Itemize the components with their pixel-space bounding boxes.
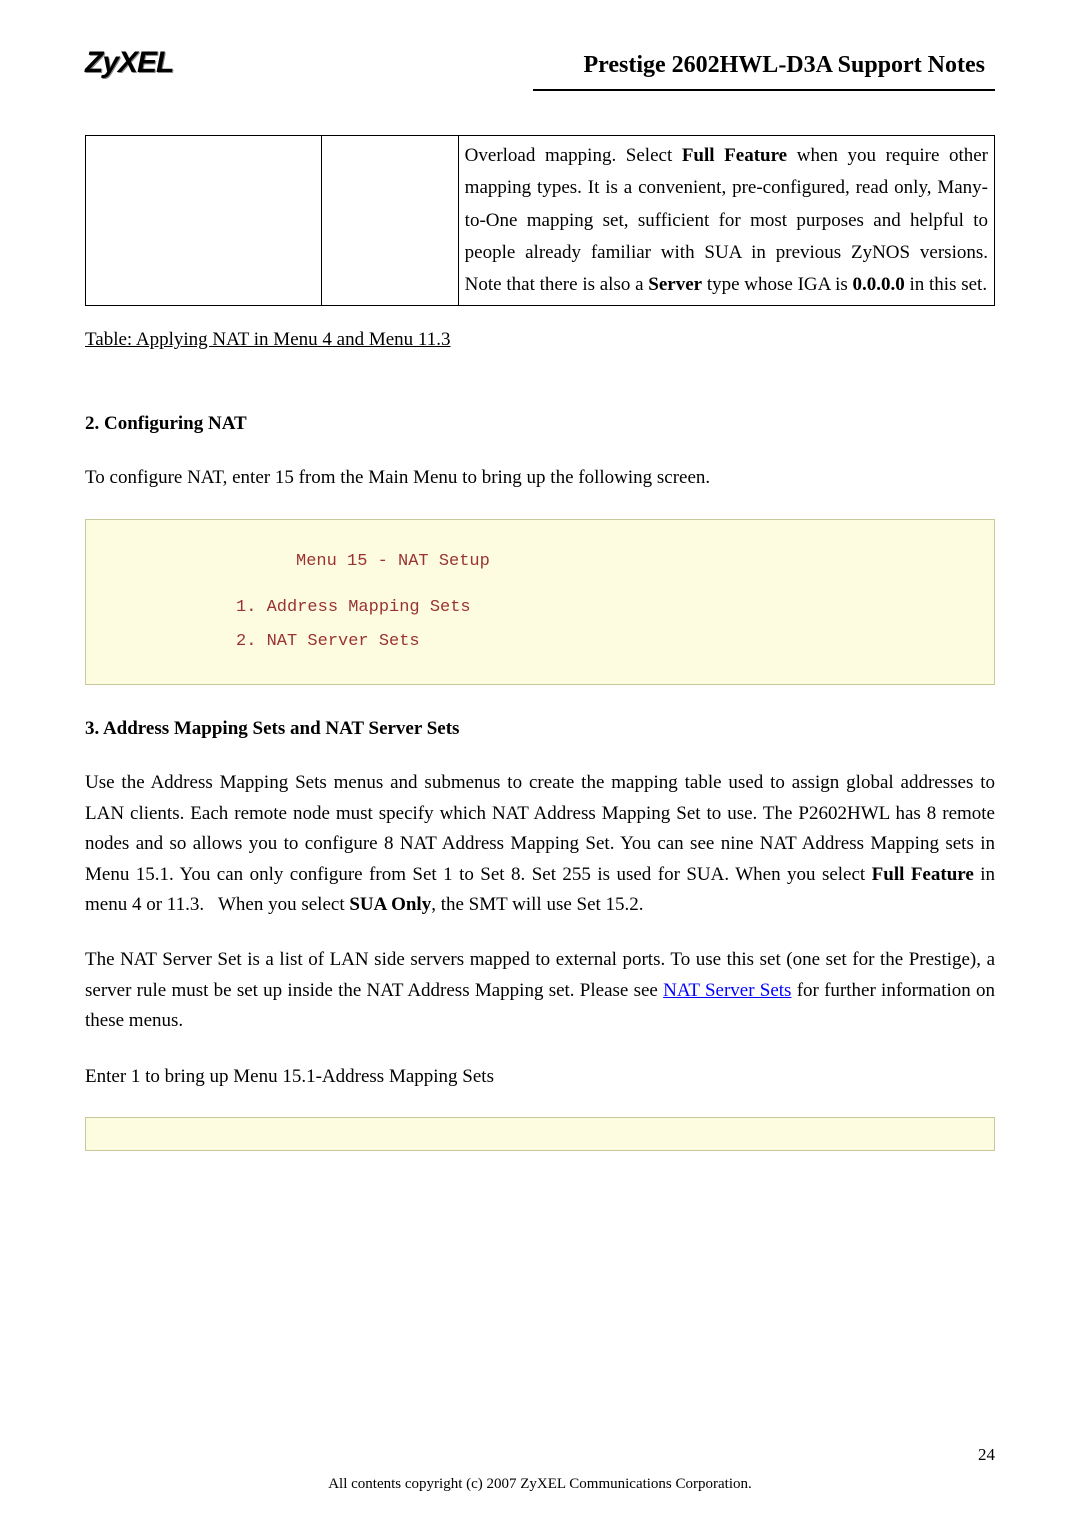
- table-row: Overload mapping. Select Full Feature wh…: [86, 136, 995, 306]
- menu-15-screen: Menu 15 - NAT Setup 1. Address Mapping S…: [85, 519, 995, 685]
- table-cell: Overload mapping. Select Full Feature wh…: [458, 136, 994, 306]
- body-text: To configure NAT, enter 15 from the Main…: [85, 463, 995, 493]
- section-heading: 2. Configuring NAT: [85, 410, 995, 439]
- logo: ZyXEL: [85, 40, 173, 85]
- document-title: Prestige 2602HWL-D3A Support Notes: [533, 47, 995, 91]
- footer: All contents copyright (c) 2007 ZyXEL Co…: [0, 1469, 1080, 1498]
- body-text: Enter 1 to bring up Menu 15.1-Address Ma…: [85, 1062, 995, 1092]
- section-heading: 3. Address Mapping Sets and NAT Server S…: [85, 715, 995, 744]
- page-number: 24: [978, 1442, 995, 1468]
- menu-item: 2. NAT Server Sets: [116, 625, 964, 659]
- page-header: ZyXEL Prestige 2602HWL-D3A Support Notes: [85, 40, 995, 95]
- menu-item: 1. Address Mapping Sets: [116, 591, 964, 625]
- menu-title: Menu 15 - NAT Setup: [116, 545, 964, 579]
- nat-table: Overload mapping. Select Full Feature wh…: [85, 135, 995, 306]
- nat-server-sets-link[interactable]: NAT Server Sets: [663, 980, 791, 1001]
- copyright-text: All contents copyright (c) 2007 ZyXEL Co…: [328, 1476, 752, 1492]
- table-cell: [86, 136, 322, 306]
- table-caption: Table: Applying NAT in Menu 4 and Menu 1…: [85, 326, 995, 355]
- body-text: Use the Address Mapping Sets menus and s…: [85, 768, 995, 920]
- table-cell: [322, 136, 458, 306]
- body-text: The NAT Server Set is a list of LAN side…: [85, 945, 995, 1036]
- menu-screen-empty: [85, 1117, 995, 1151]
